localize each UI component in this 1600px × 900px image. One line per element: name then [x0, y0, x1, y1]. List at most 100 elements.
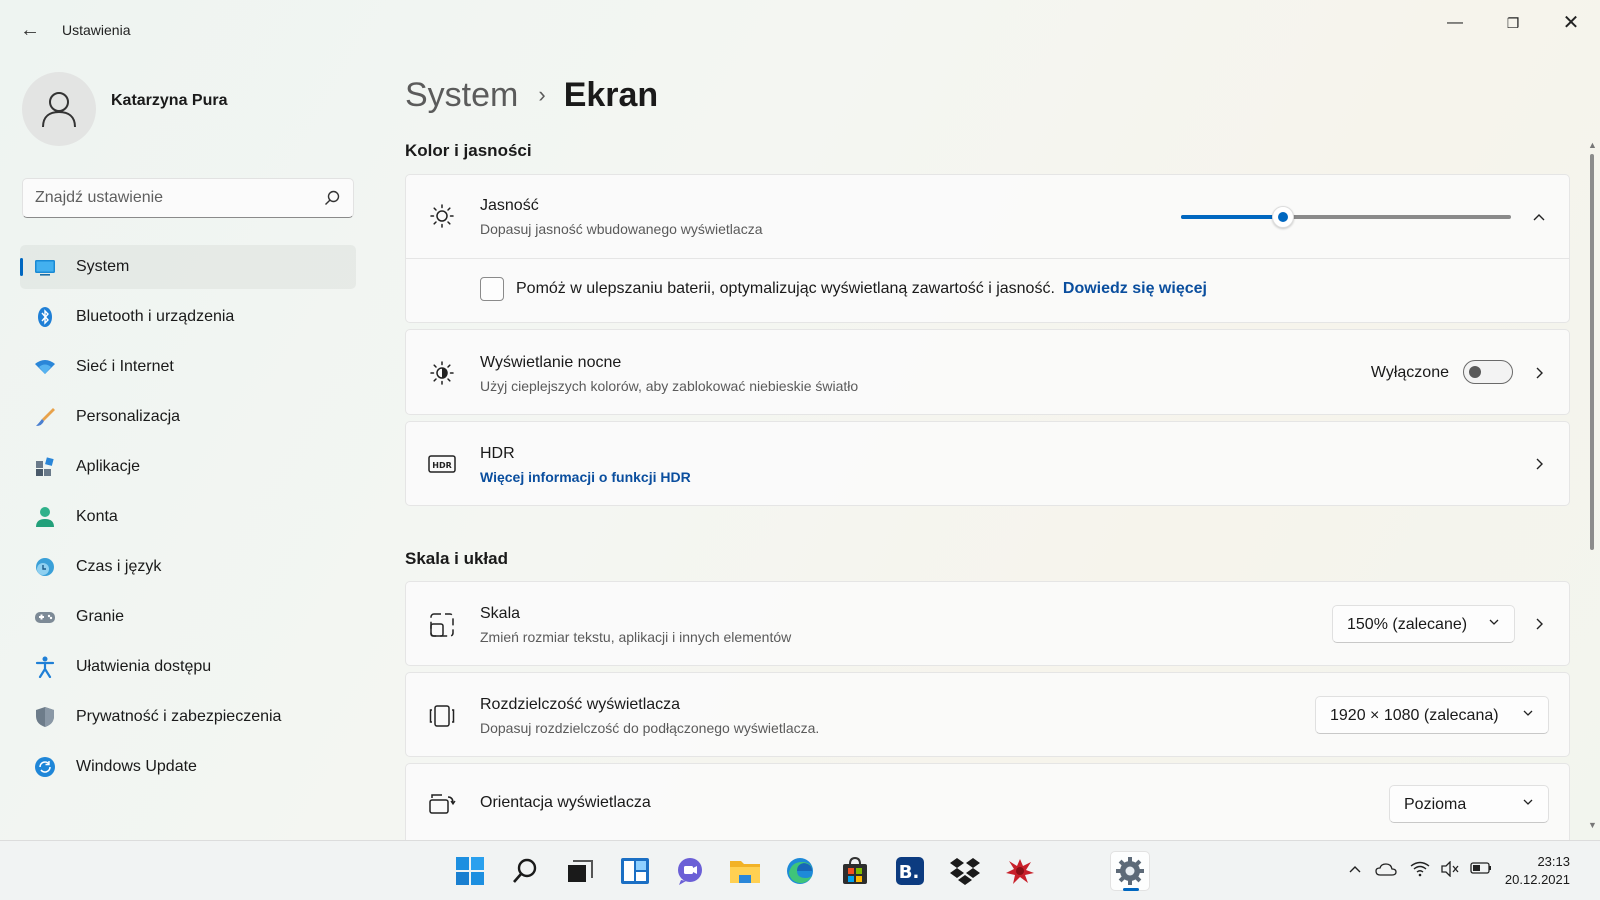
accessibility-icon [34, 656, 56, 678]
scrollbar[interactable]: ▲ ▼ [1588, 140, 1597, 830]
taskbar-search-button[interactable] [505, 851, 545, 891]
sidebar-item-system[interactable]: System [20, 245, 356, 289]
store-button[interactable] [835, 851, 875, 891]
svg-text:B.: B. [899, 862, 920, 883]
back-arrow-icon[interactable]: ← [18, 18, 42, 42]
sidebar-item-privacy[interactable]: Prywatność i zabezpieczenia [20, 695, 356, 739]
widgets-icon [621, 858, 649, 884]
scale-title: Skala [480, 605, 521, 622]
chevron-down-icon [1522, 796, 1534, 811]
brightness-slider-fill [1181, 215, 1284, 219]
battery-optimization-row: Pomóż w ulepszaniu baterii, optymalizują… [405, 259, 1570, 323]
task-view-button[interactable] [560, 851, 600, 891]
booking-icon: B. [896, 857, 924, 885]
dropbox-button[interactable] [945, 851, 985, 891]
sidebar-item-windows-update[interactable]: Windows Update [20, 745, 356, 789]
gear-icon [1116, 857, 1144, 885]
hdr-info-link[interactable]: Więcej informacji o funkcji HDR [480, 469, 691, 485]
battery-icon[interactable] [1470, 861, 1491, 881]
battery-optimization-text: Pomóż w ulepszaniu baterii, optymalizują… [516, 280, 1055, 297]
breadcrumb-parent[interactable]: System [405, 76, 518, 115]
sidebar-item-network[interactable]: Sieć i Internet [20, 345, 356, 389]
file-explorer-button[interactable] [725, 851, 765, 891]
section-title-color: Kolor i jasności [405, 141, 532, 160]
taskbar-clock[interactable]: 23:13 20.12.2021 [1505, 853, 1570, 889]
splat-app-icon [1006, 859, 1034, 884]
speaker-muted-icon[interactable] [1440, 860, 1460, 881]
sidebar-item-apps[interactable]: Aplikacje [20, 445, 356, 489]
resolution-icon [428, 702, 456, 730]
scale-card[interactable]: Skala Zmień rozmiar tekstu, aplikacji i … [405, 581, 1570, 666]
close-button[interactable]: ✕ [1548, 8, 1594, 38]
taskbar: B. 23:13 20.12.2021 [0, 840, 1600, 900]
brightness-slider-thumb[interactable] [1272, 206, 1295, 228]
search-icon[interactable] [323, 189, 341, 207]
brush-icon [34, 406, 56, 428]
onedrive-cloud-icon[interactable] [1375, 861, 1397, 881]
scroll-up-arrow-icon[interactable]: ▲ [1588, 140, 1597, 150]
svg-text:HDR: HDR [432, 461, 452, 470]
user-name: Katarzyna Pura [111, 92, 228, 109]
widgets-button[interactable] [615, 851, 655, 891]
settings-taskbar-button[interactable] [1110, 851, 1150, 891]
scale-subtitle: Zmień rozmiar tekstu, aplikacji i innych… [480, 629, 792, 645]
sidebar-nav: System Bluetooth i urządzenia Sieć i Int… [20, 245, 356, 795]
booking-app-button[interactable]: B. [890, 851, 930, 891]
display-icon [34, 256, 56, 278]
sidebar-item-time-language[interactable]: Czas i język [20, 545, 356, 589]
battery-optimization-label: Pomóż w ulepszaniu baterii, optymalizują… [516, 280, 1207, 298]
edge-browser-button[interactable] [780, 851, 820, 891]
brightness-slider[interactable] [1181, 206, 1511, 228]
gamepad-icon [34, 606, 56, 628]
search-box[interactable] [22, 178, 354, 218]
brightness-title: Jasność [480, 197, 539, 214]
sidebar-item-bluetooth[interactable]: Bluetooth i urządzenia [20, 295, 356, 339]
red-app-button[interactable] [1000, 851, 1040, 891]
chat-icon [678, 858, 702, 885]
resolution-subtitle: Dopasuj rozdzielczość do podłączonego wy… [480, 720, 820, 736]
resolution-dropdown-value: 1920 × 1080 (zalecana) [1330, 707, 1499, 724]
sidebar-item-gaming[interactable]: Granie [20, 595, 356, 639]
chevron-right-icon[interactable] [1531, 616, 1547, 632]
resolution-dropdown[interactable]: 1920 × 1080 (zalecana) [1315, 696, 1549, 734]
learn-more-link[interactable]: Dowiedz się więcej [1063, 280, 1207, 297]
hdr-icon: HDR [428, 450, 456, 478]
minimize-button[interactable]: — [1432, 8, 1478, 38]
user-profile[interactable]: Katarzyna Pura [22, 72, 362, 148]
start-button[interactable] [450, 851, 490, 891]
chevron-right-icon[interactable] [1531, 456, 1547, 472]
dropbox-icon [950, 858, 980, 885]
chevron-right-icon[interactable] [1531, 365, 1547, 381]
update-icon [34, 756, 56, 778]
night-light-subtitle: Użyj cieplejszych kolorów, aby zablokowa… [480, 378, 859, 394]
windows-logo-icon [456, 857, 484, 885]
orientation-dropdown[interactable]: Pozioma [1389, 785, 1549, 823]
sidebar-item-accounts[interactable]: Konta [20, 495, 356, 539]
account-icon [34, 506, 56, 528]
night-light-card[interactable]: Wyświetlanie nocne Użyj cieplejszych kol… [405, 329, 1570, 415]
scale-dropdown[interactable]: 150% (zalecane) [1332, 605, 1515, 643]
bluetooth-icon [34, 306, 56, 328]
clock-date: 20.12.2021 [1504, 872, 1570, 887]
orientation-card: Orientacja wyświetlacza Pozioma [405, 763, 1570, 840]
scroll-down-arrow-icon[interactable]: ▼ [1588, 820, 1597, 830]
wifi-icon[interactable] [1410, 861, 1430, 881]
night-light-toggle[interactable] [1463, 360, 1513, 384]
scrollbar-thumb[interactable] [1590, 154, 1594, 550]
app-title: Ustawienia [62, 22, 131, 38]
edge-icon [787, 858, 813, 884]
search-input[interactable] [35, 179, 315, 217]
battery-optimization-checkbox[interactable] [480, 277, 504, 301]
hdr-card[interactable]: HDR HDR Więcej informacji o funkcji HDR [405, 421, 1570, 506]
avatar [22, 72, 96, 146]
section-title-scale: Skala i układ [405, 549, 508, 568]
sidebar-item-accessibility[interactable]: Ułatwienia dostępu [20, 645, 356, 689]
sidebar-item-personalization[interactable]: Personalizacja [20, 395, 356, 439]
tray-overflow-chevron-icon[interactable] [1345, 861, 1365, 881]
maximize-button[interactable]: ❐ [1490, 8, 1536, 38]
teams-chat-button[interactable] [670, 851, 710, 891]
scale-dropdown-value: 150% (zalecane) [1347, 616, 1468, 633]
chevron-up-icon[interactable] [1531, 209, 1547, 225]
search-icon [513, 858, 537, 883]
brightness-subtitle: Dopasuj jasność wbudowanego wyświetlacza [480, 221, 763, 237]
